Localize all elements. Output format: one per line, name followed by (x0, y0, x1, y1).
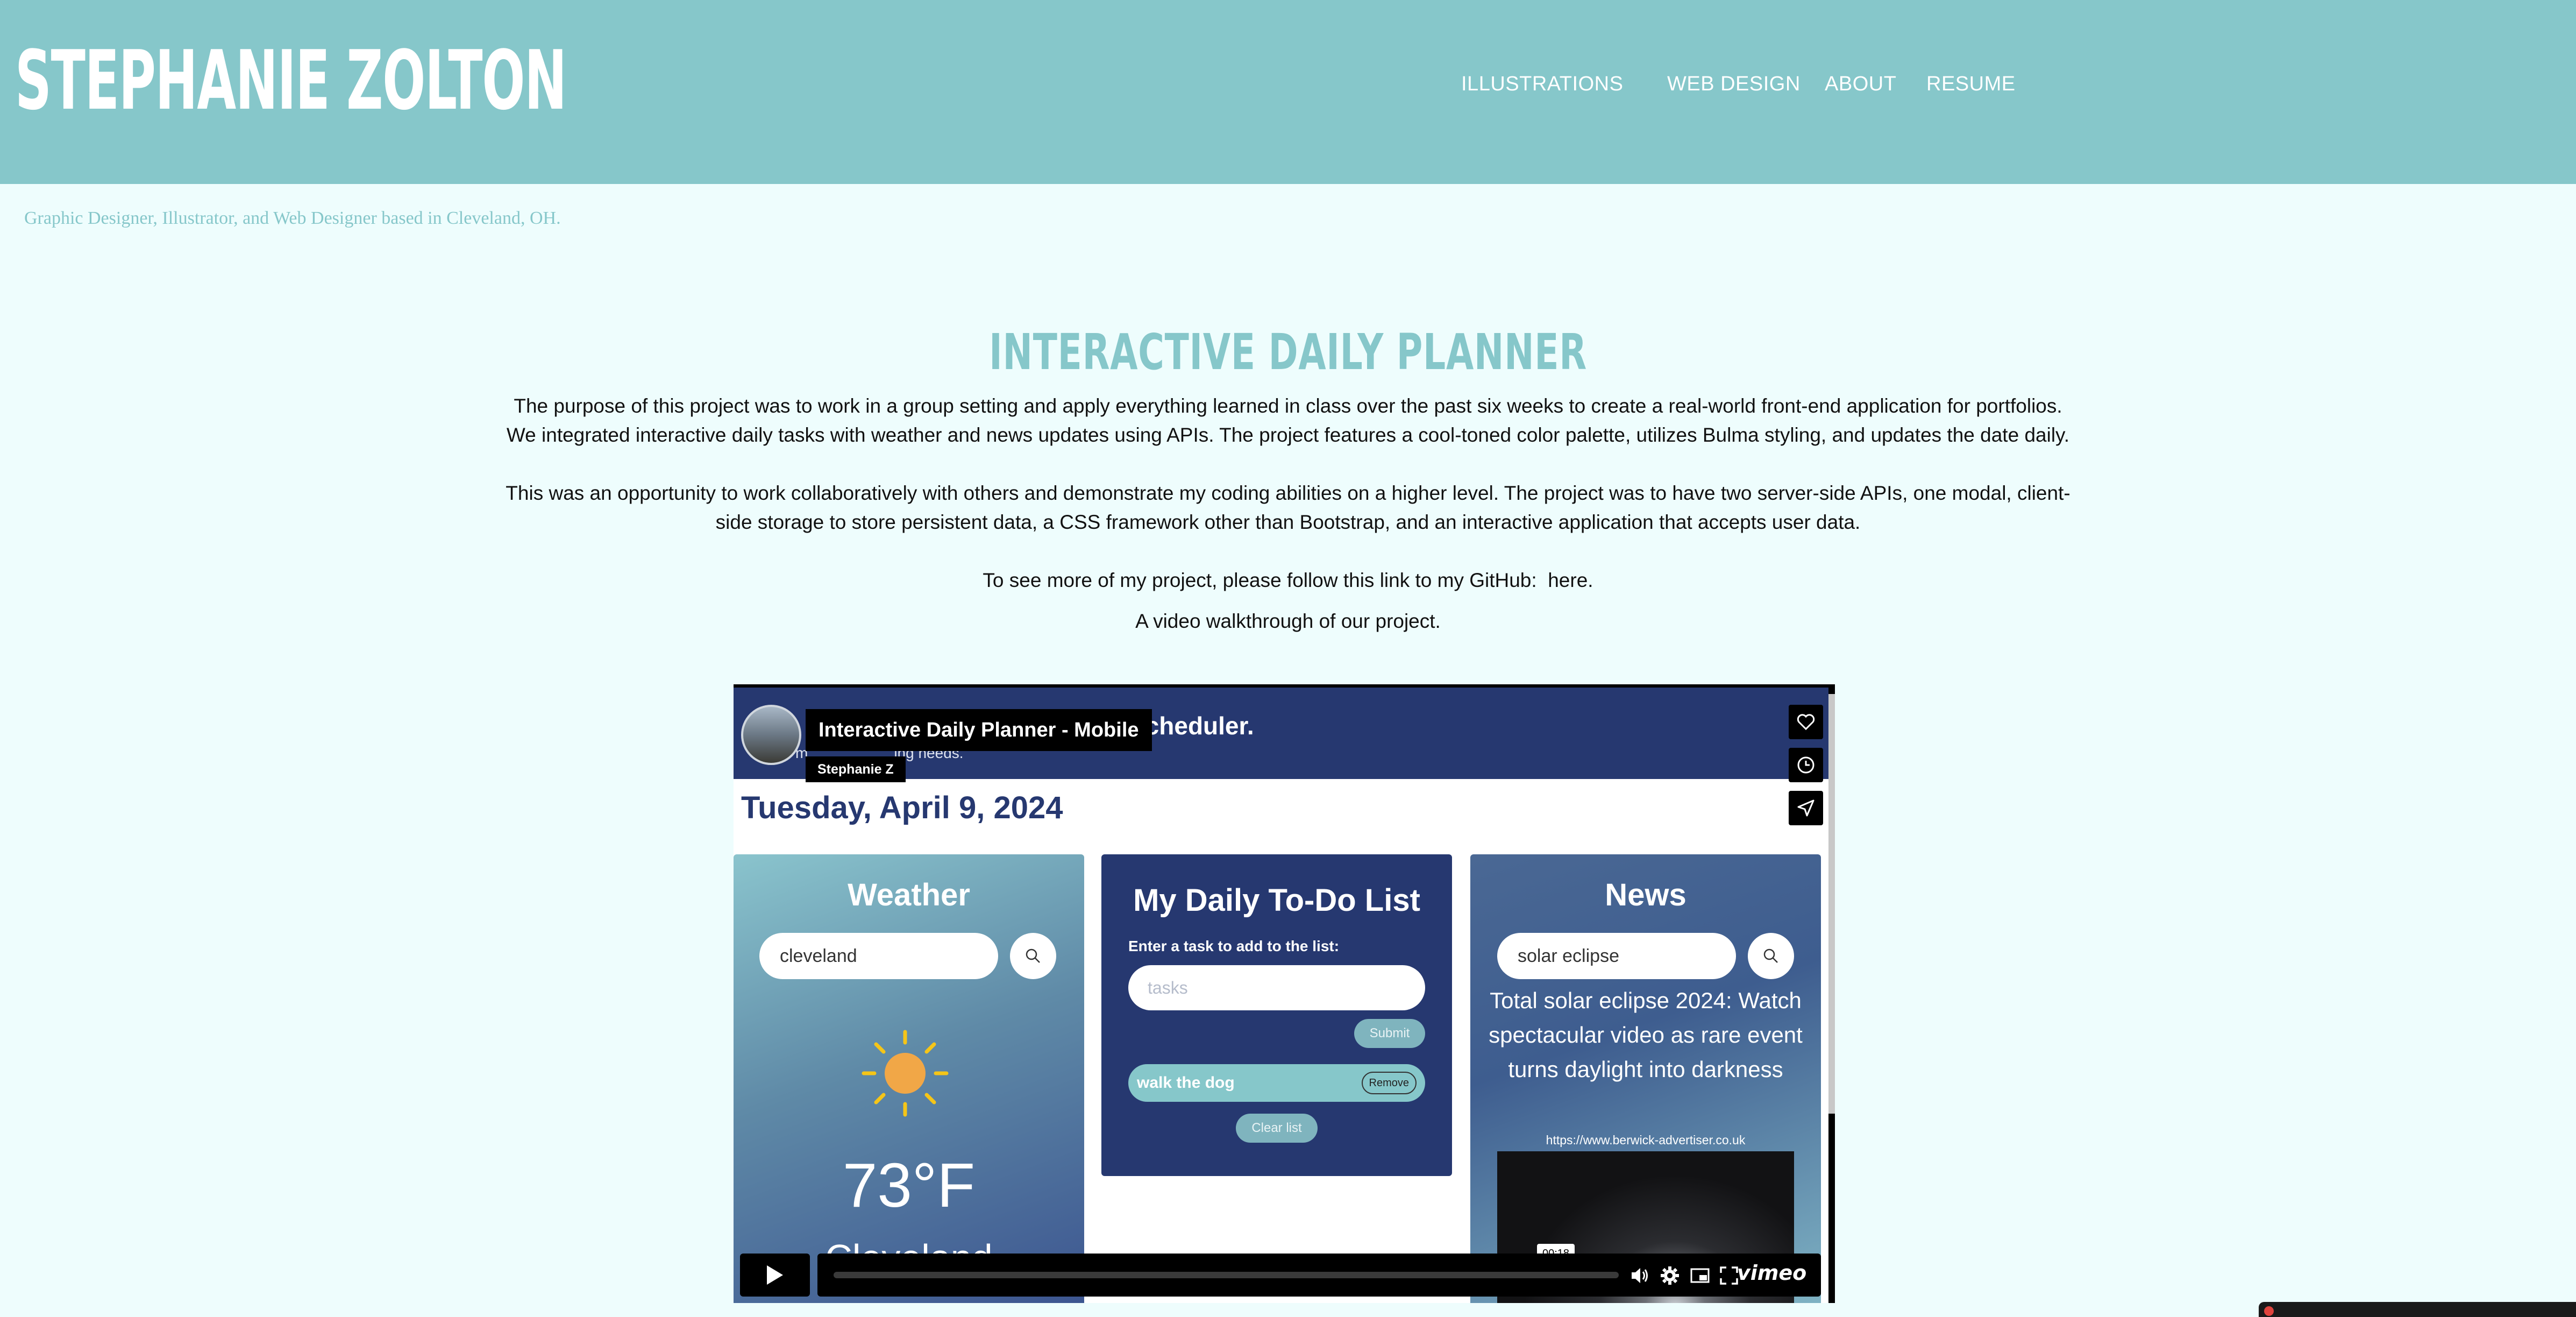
search-icon (1026, 948, 1040, 963)
nav-link-illustrations[interactable]: ILLUSTRATIONS (1461, 73, 1623, 96)
project-content: INTERACTIVE DAILY PLANNER The purpose of… (0, 323, 2576, 636)
project-description-1: The purpose of this project was to work … (506, 395, 2070, 446)
gear-icon[interactable] (1660, 1265, 1680, 1286)
github-link[interactable]: here. (1548, 569, 1593, 591)
github-line: To see more of my project, please follow… (503, 566, 2073, 595)
like-button[interactable] (1789, 705, 1823, 739)
news-title: News (1605, 877, 1687, 912)
todo-card: My Daily To-Do List Enter a task to add … (1101, 854, 1452, 1176)
video-scrollbar[interactable] (1828, 694, 1835, 1114)
site-header: STEPHANIE ZOLTON ILLUSTRATIONS WEB DESIG… (0, 0, 2576, 184)
progress-bar[interactable] (834, 1272, 1619, 1278)
news-source-link[interactable]: https://www.berwick-advertiser.co.uk (1470, 1133, 1821, 1148)
author-avatar[interactable] (741, 705, 801, 765)
news-search-button[interactable] (1748, 933, 1794, 979)
record-dot-icon (2264, 1306, 2274, 1316)
clock-icon (1797, 756, 1814, 774)
sun-icon (862, 1030, 949, 1117)
floating-thumbnail[interactable] (2259, 1302, 2576, 1317)
play-icon (767, 1265, 783, 1285)
todo-item: walk the dog Remove (1128, 1064, 1425, 1102)
site-tagline: Graphic Designer, Illustrator, and Web D… (24, 208, 561, 228)
weather-card: Weather cleveland 73°F Cleveland (734, 854, 1084, 1303)
news-search-input[interactable]: solar eclipse (1497, 933, 1736, 979)
pip-icon[interactable] (1690, 1265, 1710, 1286)
watch-later-button[interactable] (1789, 748, 1823, 782)
video-player[interactable]: Scheduler. m ing needs. Tuesday, April 9,… (734, 684, 1835, 1303)
site-brand[interactable]: STEPHANIE ZOLTON (15, 32, 567, 129)
todo-title: My Daily To-Do List (1133, 883, 1420, 918)
video-caption: A video walkthrough of our project. (1135, 610, 1441, 632)
video-controls: vimeo (740, 1254, 1821, 1297)
weather-temperature: 73°F (842, 1150, 976, 1220)
progress-bar-container: vimeo (817, 1254, 1821, 1297)
weather-title: Weather (848, 877, 970, 912)
submit-button[interactable]: Submit (1354, 1019, 1425, 1048)
vimeo-logo[interactable]: vimeo (1737, 1261, 1806, 1285)
fullscreen-icon[interactable] (1719, 1265, 1739, 1286)
video-title[interactable]: Interactive Daily Planner - Mobile (806, 709, 1152, 751)
video-frame: Scheduler. m ing needs. Tuesday, April 9,… (734, 688, 1828, 1303)
news-card: News solar eclipse Total solar eclipse 2… (1470, 854, 1821, 1303)
weather-search-button[interactable] (1010, 933, 1056, 979)
project-title: INTERACTIVE DAILY PLANNER (989, 323, 1587, 381)
weather-search-input[interactable]: cleveland (759, 933, 998, 979)
play-button[interactable] (740, 1254, 810, 1297)
todo-label: Enter a task to add to the list: (1128, 938, 1340, 954)
nav-link-web-design[interactable]: WEB DESIGN (1667, 73, 1801, 96)
nav-link-about[interactable]: ABOUT (1825, 73, 1896, 96)
remove-button[interactable]: Remove (1361, 1072, 1417, 1094)
clear-list-button[interactable]: Clear list (1236, 1114, 1318, 1143)
app-date: Tuesday, April 9, 2024 (741, 790, 1063, 825)
share-button[interactable] (1789, 791, 1823, 825)
heart-icon (1797, 714, 1815, 731)
nav-link-resume[interactable]: RESUME (1926, 73, 2016, 96)
todo-input[interactable]: tasks (1128, 965, 1425, 1010)
github-prefix: To see more of my project, please follow… (983, 569, 1548, 591)
video-author[interactable]: Stephanie Z (806, 756, 906, 782)
send-icon (1797, 799, 1814, 817)
search-icon (1763, 948, 1778, 963)
news-headline: Total solar eclipse 2024: Watch spectacu… (1489, 988, 1803, 1082)
project-description-2: This was an opportunity to work collabor… (506, 482, 2070, 533)
todo-item-text: walk the dog (1137, 1074, 1235, 1092)
volume-icon[interactable] (1629, 1265, 1650, 1286)
